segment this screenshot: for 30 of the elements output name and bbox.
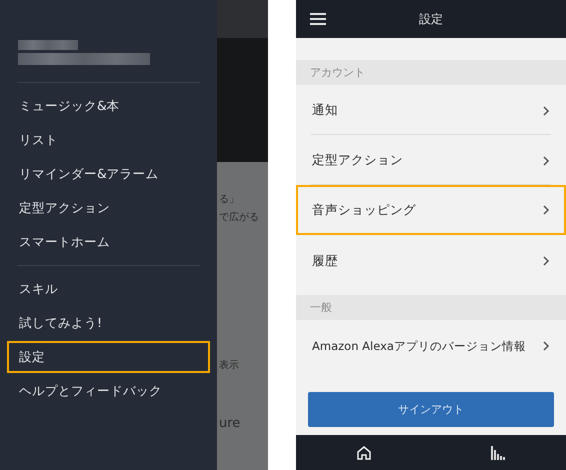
screen-title: 設定 xyxy=(419,10,443,28)
background-text: る」 xyxy=(219,193,240,206)
menu-item[interactable]: 定型アクション xyxy=(7,192,210,224)
menu-item[interactable]: リスト xyxy=(7,124,210,156)
settings-row[interactable]: 音声ショッピング xyxy=(296,185,566,235)
settings-row[interactable]: 定型アクション xyxy=(310,135,552,185)
menu-icon[interactable] xyxy=(310,13,326,25)
section-heading: 一般 xyxy=(296,295,566,320)
bars-icon[interactable] xyxy=(490,446,506,460)
settings-row[interactable]: Amazon Alexaアプリのバージョン情報 xyxy=(310,320,552,370)
chevron-icon xyxy=(543,256,550,266)
menu-item[interactable]: ミュージック&本 xyxy=(7,90,210,122)
home-icon[interactable] xyxy=(356,444,372,460)
background-text: で広がる xyxy=(219,210,260,224)
chevron-icon xyxy=(543,341,550,351)
section-heading: アカウント xyxy=(296,60,566,85)
menu-item[interactable]: 試してみよう! xyxy=(7,307,210,339)
menu-item[interactable]: 設定 xyxy=(7,341,210,373)
background-text: 表示 xyxy=(219,358,240,372)
chevron-icon xyxy=(543,205,550,215)
settings-row[interactable]: 通知 xyxy=(310,85,552,135)
chevron-icon xyxy=(543,106,550,116)
menu-item[interactable]: スマートホーム xyxy=(7,226,210,258)
sign-out-button[interactable]: サインアウト xyxy=(308,392,554,427)
chevron-icon xyxy=(543,156,550,166)
background-text: ure xyxy=(219,416,242,431)
menu-item[interactable]: スキル xyxy=(7,273,210,305)
menu-item[interactable]: リマインダー&アラーム xyxy=(7,158,210,190)
settings-row[interactable]: 履歴 xyxy=(310,235,552,285)
menu-item[interactable]: ヘルプとフィードバック xyxy=(7,375,210,407)
